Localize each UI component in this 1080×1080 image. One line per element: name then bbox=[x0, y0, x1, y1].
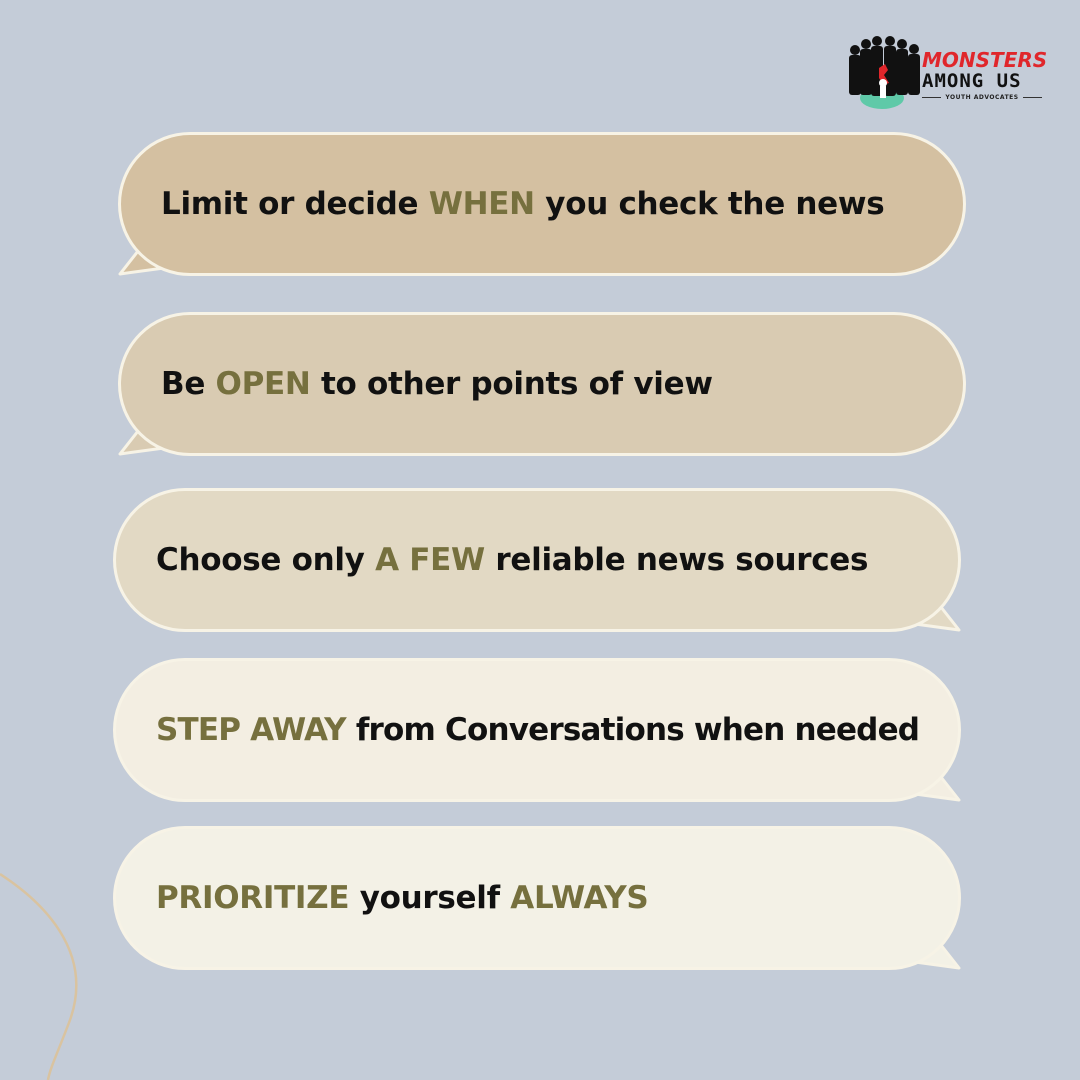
logo-title: MONSTERS bbox=[922, 48, 1048, 72]
tip-text-part: you check the news bbox=[534, 186, 885, 222]
tip-text-part: Be bbox=[161, 366, 216, 402]
tip-highlight: WHEN bbox=[428, 186, 535, 222]
tip-card: Choose only A FEW reliable news sources bbox=[113, 488, 961, 632]
logo-subtitle: AMONG US bbox=[922, 70, 1022, 92]
tip-bubble-2: Be OPEN to other points of view bbox=[118, 312, 966, 456]
divider bbox=[1022, 97, 1043, 98]
tip-highlight: ALWAYS bbox=[510, 880, 649, 916]
tip-text-part: from Conversations when needed bbox=[345, 712, 920, 748]
tip-bubble-1: Limit or decide WHEN you check the news bbox=[118, 132, 966, 276]
tip-card: PRIORITIZE yourself ALWAYS bbox=[113, 826, 961, 970]
tip-highlight: PRIORITIZE bbox=[156, 880, 350, 916]
tip-text-part: reliable news sources bbox=[484, 542, 869, 578]
tip-text: PRIORITIZE yourself ALWAYS bbox=[156, 880, 649, 916]
tip-bubble-3: Choose only A FEW reliable news sources bbox=[113, 488, 961, 632]
logo-tagline-row: YOUTH ADVOCATES bbox=[922, 94, 1043, 101]
tip-text: Choose only A FEW reliable news sources bbox=[156, 542, 868, 578]
people-silhouette-icon bbox=[849, 36, 920, 109]
tip-text-part: Choose only bbox=[156, 542, 376, 578]
tip-bubble-4: STEP AWAY from Conversations when needed bbox=[113, 658, 961, 802]
tip-text-part: yourself bbox=[349, 880, 511, 916]
tip-card: STEP AWAY from Conversations when needed bbox=[113, 658, 961, 802]
tip-text: Limit or decide WHEN you check the news bbox=[161, 186, 885, 222]
tip-highlight: STEP AWAY bbox=[156, 712, 347, 748]
logo-tagline: YOUTH ADVOCATES bbox=[945, 94, 1019, 101]
tip-text: STEP AWAY from Conversations when needed bbox=[156, 712, 920, 748]
tip-text-part: Limit or decide bbox=[161, 186, 429, 222]
divider bbox=[922, 97, 942, 98]
tip-text-part: to other points of view bbox=[310, 366, 713, 402]
tip-card: Be OPEN to other points of view bbox=[118, 312, 966, 456]
tip-card: Limit or decide WHEN you check the news bbox=[118, 132, 966, 276]
tip-highlight: A FEW bbox=[375, 542, 485, 578]
tip-highlight: OPEN bbox=[215, 366, 311, 402]
brand-logo: MONSTERS AMONG US YOUTH ADVOCATES bbox=[846, 28, 1048, 112]
tip-bubble-5: PRIORITIZE yourself ALWAYS bbox=[113, 826, 961, 970]
tip-text: Be OPEN to other points of view bbox=[161, 366, 713, 402]
